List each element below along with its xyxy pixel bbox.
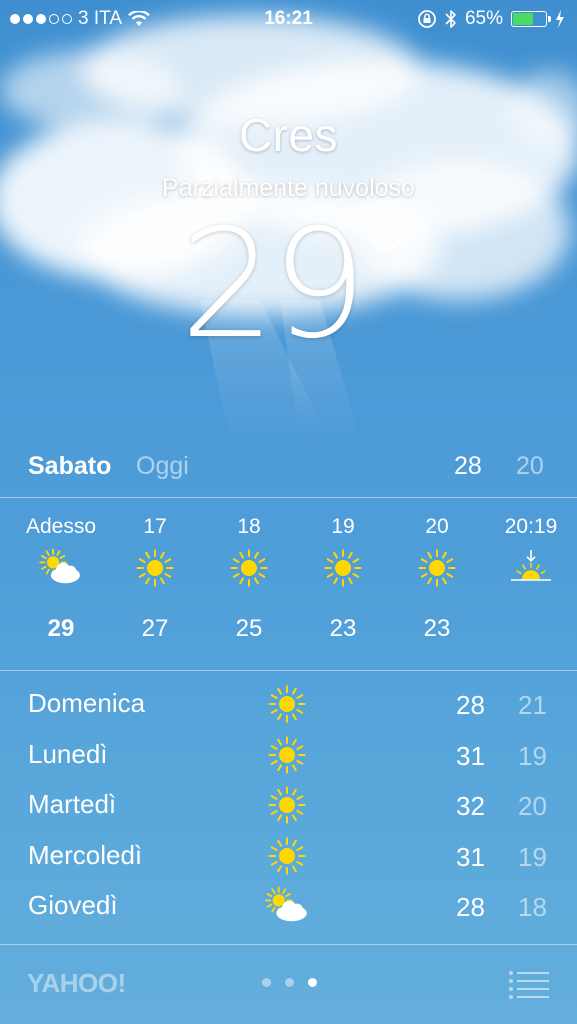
sun-icon	[264, 684, 310, 724]
daily-row: Giovedì 28 18	[0, 884, 577, 935]
daily-high: 31	[456, 841, 485, 872]
page-indicator[interactable]	[262, 978, 317, 987]
daily-forecast[interactable]: Domenica 28 21 Lunedì 31 19 Martedì 32 20 M…	[0, 682, 577, 935]
partly-cloudy-icon	[14, 545, 108, 591]
daily-low: 19	[518, 841, 547, 872]
daily-high: 32	[456, 791, 485, 821]
sun-icon	[390, 545, 484, 591]
battery-percent: 65%	[464, 8, 503, 29]
hourly-time: Adesso	[25, 515, 97, 538]
hourly-forecast[interactable]: Adesso 29 17 27 18 25 19 23 20 23 20:19	[0, 500, 577, 668]
bluetooth-icon	[445, 10, 456, 28]
status-right: 65%	[417, 8, 565, 30]
today-summary[interactable]: Sabato Oggi 28 20	[0, 448, 577, 488]
footer-bar: YAHOO!	[0, 960, 577, 1010]
degree-symbol	[372, 220, 402, 250]
hourly-time: 18	[237, 515, 261, 538]
today-day-name: Sabato	[28, 452, 112, 480]
sun-icon	[264, 836, 310, 876]
hourly-item: Adesso 29	[14, 500, 108, 643]
daily-day-name: Mercoledì	[28, 839, 143, 870]
sunset-icon	[484, 545, 577, 591]
daily-row: Domenica 28 21	[0, 682, 577, 733]
daily-day-name: Lunedì	[28, 738, 108, 769]
hourly-time: 20	[425, 515, 449, 538]
hourly-item: 19 23	[296, 500, 390, 643]
sun-icon	[296, 545, 390, 591]
page-dot[interactable]	[308, 978, 317, 987]
hourly-temp: 29	[47, 615, 75, 642]
daily-high: 28	[456, 690, 485, 720]
city-name: Cres	[238, 109, 339, 161]
hourly-time: 20:19	[504, 515, 558, 538]
hourly-time: 17	[143, 515, 167, 538]
daily-low: 18	[518, 892, 547, 922]
daily-high: 31	[456, 740, 485, 771]
daily-day-name: Giovedì	[28, 890, 118, 920]
charging-icon	[556, 10, 564, 28]
partly-cloudy-icon	[264, 886, 310, 926]
hourly-temp: 27	[141, 615, 169, 642]
divider-middle	[0, 670, 577, 671]
today-high: 28	[454, 452, 482, 480]
battery-level	[513, 13, 534, 25]
hourly-temp: 25	[235, 615, 263, 642]
sun-icon	[264, 785, 310, 825]
sun-icon	[202, 545, 296, 591]
daily-low: 19	[518, 740, 547, 771]
daily-row: Lunedì 31 19	[0, 733, 577, 784]
daily-day-name: Martedì	[28, 789, 117, 819]
daily-row: Mercoledì 31 19	[0, 834, 577, 885]
hourly-temp: 23	[329, 615, 357, 642]
daily-low: 21	[518, 690, 547, 720]
hourly-item: 20:19	[484, 500, 577, 615]
rotation-lock-icon	[418, 10, 436, 28]
today-low: 20	[516, 452, 544, 480]
page-dot[interactable]	[262, 978, 271, 987]
daily-high: 28	[456, 892, 485, 922]
divider-bottom	[0, 944, 577, 945]
current-temperature: 29	[180, 198, 367, 372]
city-list-icon[interactable]	[508, 970, 550, 1000]
divider-top	[0, 497, 577, 498]
daily-row: Martedì 32 20	[0, 783, 577, 834]
daily-low: 20	[518, 791, 547, 821]
hourly-time: 19	[331, 515, 355, 538]
hourly-item: 20 23	[390, 500, 484, 643]
yahoo-logo[interactable]: YAHOO!	[27, 968, 126, 999]
hourly-temp: 23	[423, 615, 451, 642]
battery-icon	[511, 11, 551, 27]
page-dot[interactable]	[285, 978, 294, 987]
daily-day-name: Domenica	[28, 688, 146, 718]
hourly-item: 17 27	[108, 500, 202, 643]
status-bar: 3 ITA 16:21 65%	[0, 0, 577, 38]
today-label: Oggi	[136, 452, 189, 480]
sun-icon	[264, 735, 310, 775]
sun-icon	[108, 545, 202, 591]
hourly-item: 18 25	[202, 500, 296, 643]
